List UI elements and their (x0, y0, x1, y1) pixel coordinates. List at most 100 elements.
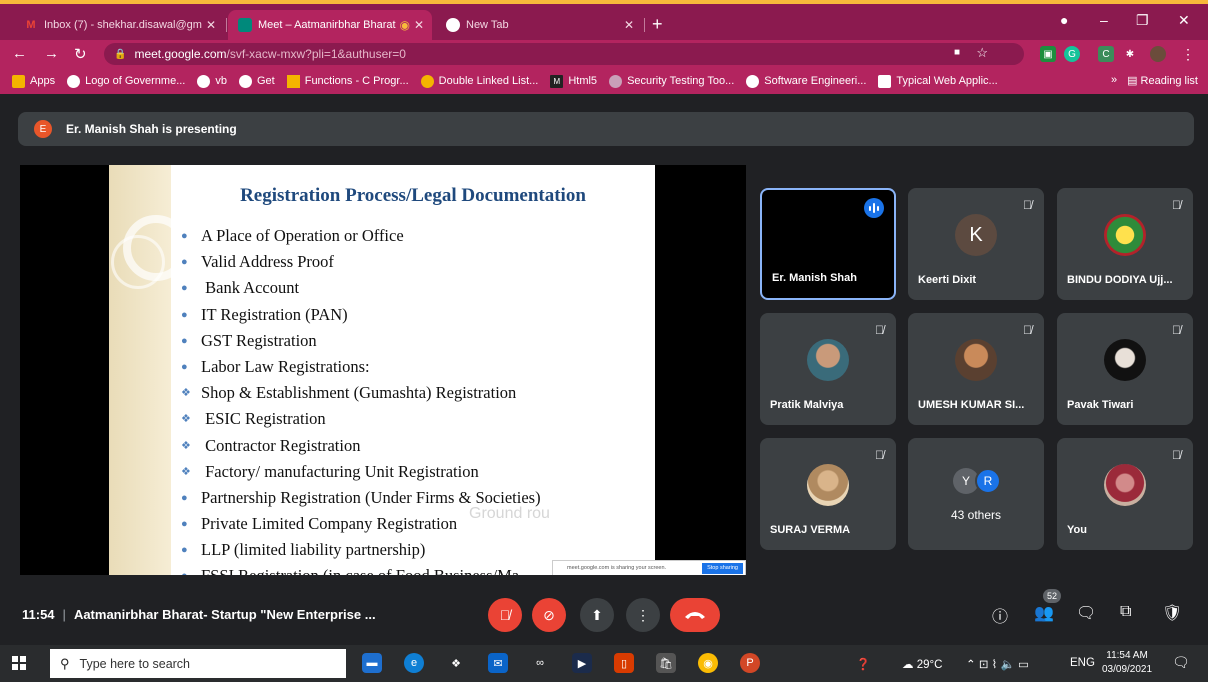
chat-icon[interactable]: 🗨 (1076, 603, 1096, 623)
bookmark-item[interactable]: Double Linked List... (420, 74, 538, 88)
bookmark-item[interactable]: Software Engineeri... (746, 74, 866, 88)
extensions-puzzle-icon[interactable]: ✱ (1122, 46, 1138, 62)
bookmark-item[interactable]: vb (197, 74, 227, 88)
extension-picture-icon[interactable]: ▣ (1040, 46, 1056, 62)
profile-dropdown-icon[interactable]: ● (1060, 12, 1068, 28)
globe-icon (197, 74, 211, 88)
tab-meet[interactable]: Meet – Aatmanirbhar Bharat ◉ ✕ (228, 10, 432, 40)
address-bar[interactable]: 🔒 meet.google.com /svf-xacw-mxw?pli=1&au… (104, 43, 1024, 65)
bookmark-item[interactable]: Get (238, 74, 275, 88)
more-vert-icon: ⋮ (636, 606, 650, 623)
slide-bullet-text: Bank Account (201, 278, 300, 298)
stop-sharing-button[interactable]: Stop sharing (702, 563, 743, 574)
slide-bullet-text: Contractor Registration (201, 435, 361, 455)
participant-tile[interactable]: 🎙̸ SURAJ VERMA (760, 438, 896, 550)
minimize-icon[interactable]: – (1100, 12, 1108, 28)
participant-tile-others[interactable]: Y R 43 others (908, 438, 1044, 550)
grammarly-icon[interactable]: G (1064, 46, 1080, 62)
camera-toggle-button[interactable]: ⊘ (532, 598, 566, 632)
meeting-time: 11:54 (22, 607, 55, 622)
participant-tile[interactable]: 🎙̸ BINDU DODIYA Ujj... (1057, 188, 1193, 300)
reload-icon[interactable]: ↻ (74, 45, 87, 63)
avatar (1104, 339, 1146, 381)
dropbox-icon[interactable]: ❖ (446, 653, 466, 673)
new-tab-plus-icon[interactable]: + (652, 14, 663, 35)
bookmark-item[interactable]: Functions - C Progr... (286, 74, 409, 88)
edge-icon[interactable]: e (404, 653, 424, 673)
help-icon[interactable]: ❓ (856, 657, 870, 671)
tab-gmail[interactable]: M Inbox (7) - shekhar.disawal@gm ✕ (14, 10, 224, 40)
bookmarks-overflow-icon[interactable]: » (1111, 74, 1117, 87)
dot-bullet-icon: ● (181, 282, 188, 295)
bookmark-item[interactable]: Security Testing Too... (609, 74, 734, 88)
camera-icon[interactable]: ■ (954, 47, 960, 58)
infinity-app-icon[interactable]: ∞ (530, 653, 550, 673)
system-clock[interactable]: 11:54 AM 03/09/2021 (1102, 649, 1152, 677)
avatar (1104, 214, 1146, 256)
slide-bullet-text: Valid Address Proof (201, 252, 334, 272)
mic-off-icon: 🎙̸ (1172, 323, 1181, 337)
present-now-button[interactable]: ⬆ (580, 598, 614, 632)
tab-new-tab[interactable]: New Tab ✕ (436, 10, 642, 40)
forward-arrow-icon[interactable]: → (44, 45, 59, 62)
media-player-icon[interactable]: ▶ (572, 653, 592, 673)
people-icon[interactable]: 👥 (1034, 603, 1054, 623)
windows-start-icon[interactable] (12, 656, 26, 670)
more-options-button[interactable]: ⋮ (626, 598, 660, 632)
bookmark-item[interactable]: Typical Web Applic... (878, 74, 998, 88)
presentation-stage[interactable]: Registration Process/Legal Documentation… (20, 165, 746, 575)
mail-icon[interactable]: ✉ (488, 653, 508, 673)
speaking-indicator-icon (864, 198, 884, 218)
tab-divider (226, 18, 227, 32)
host-controls-icon[interactable]: 🛡 (1162, 603, 1182, 623)
input-language[interactable]: ENG (1070, 657, 1095, 669)
activities-icon[interactable]: ⧉ (1120, 603, 1131, 621)
globe-icon (67, 74, 81, 88)
globe-icon (238, 74, 252, 88)
leave-call-button[interactable] (670, 598, 720, 632)
weather-icon[interactable]: ☁ 29°C (902, 657, 942, 671)
diamond-bullet-icon: ❖ (181, 413, 191, 426)
participant-tile[interactable]: 🎙̸ Pavak Tiwari (1057, 313, 1193, 425)
participant-tile[interactable]: 🎙̸ Pratik Malviya (760, 313, 896, 425)
gmail-icon: M (26, 19, 36, 31)
mic-off-icon: 🎙̸ (1023, 198, 1032, 212)
close-window-icon[interactable]: ✕ (1178, 12, 1190, 29)
mic-off-icon: 🎙̸ (499, 607, 511, 623)
participant-tile[interactable]: Er. Manish Shah (760, 188, 896, 300)
close-icon[interactable]: ✕ (206, 18, 216, 32)
participant-tile-self[interactable]: 🎙̸ You (1057, 438, 1193, 550)
dot-bullet-icon: ● (181, 230, 188, 242)
task-view-icon[interactable]: ▬ (362, 653, 382, 673)
restore-icon[interactable]: ❐ (1136, 12, 1149, 29)
profile-avatar[interactable] (1150, 46, 1166, 62)
diamond-bullet-icon: ❖ (181, 465, 191, 478)
menu-kebab-icon[interactable]: ⋮ (1180, 46, 1196, 62)
store-icon[interactable]: 🛍 (656, 653, 676, 673)
participant-tile[interactable]: 🎙̸ UMESH KUMAR SI... (908, 313, 1044, 425)
mic-off-icon: 🎙̸ (1172, 198, 1181, 212)
slide-bullet-text: IT Registration (PAN) (201, 304, 348, 324)
extension-c-icon[interactable]: C (1098, 46, 1114, 62)
back-arrow-icon[interactable]: ← (12, 45, 27, 62)
bookmark-item[interactable]: Logo of Governme... (67, 74, 185, 88)
close-icon[interactable]: ✕ (414, 18, 424, 32)
taskbar-search-input[interactable]: ⚲ Type here to search (50, 649, 346, 678)
close-icon[interactable]: ✕ (624, 18, 634, 32)
bookmark-star-icon[interactable]: ☆ (976, 45, 988, 61)
bookmark-apps[interactable]: Apps (12, 74, 55, 88)
tray-status-icons[interactable]: ⌃ ⊡ ⌇ 🔈 ▭ (966, 657, 1029, 671)
participant-tile[interactable]: 🎙̸ K Keerti Dixit (908, 188, 1044, 300)
chrome-icon (446, 18, 460, 32)
dot-bullet-icon: ● (181, 334, 188, 347)
notifications-icon[interactable]: 🗨 (1172, 654, 1190, 671)
powerpoint-icon[interactable]: P (740, 653, 760, 673)
bookmark-item[interactable]: M Html5 (550, 74, 597, 88)
microphone-toggle-button[interactable]: 🎙̸ (488, 598, 522, 632)
office-icon[interactable]: ▯ (614, 653, 634, 673)
chrome-taskbar-icon[interactable]: ◉ (698, 653, 718, 673)
reading-list-button[interactable]: ▤ Reading list (1127, 74, 1198, 87)
avatar (807, 339, 849, 381)
meeting-info-icon[interactable]: ⓘ (992, 603, 1008, 627)
participant-name: BINDU DODIYA Ujj... (1067, 274, 1173, 286)
